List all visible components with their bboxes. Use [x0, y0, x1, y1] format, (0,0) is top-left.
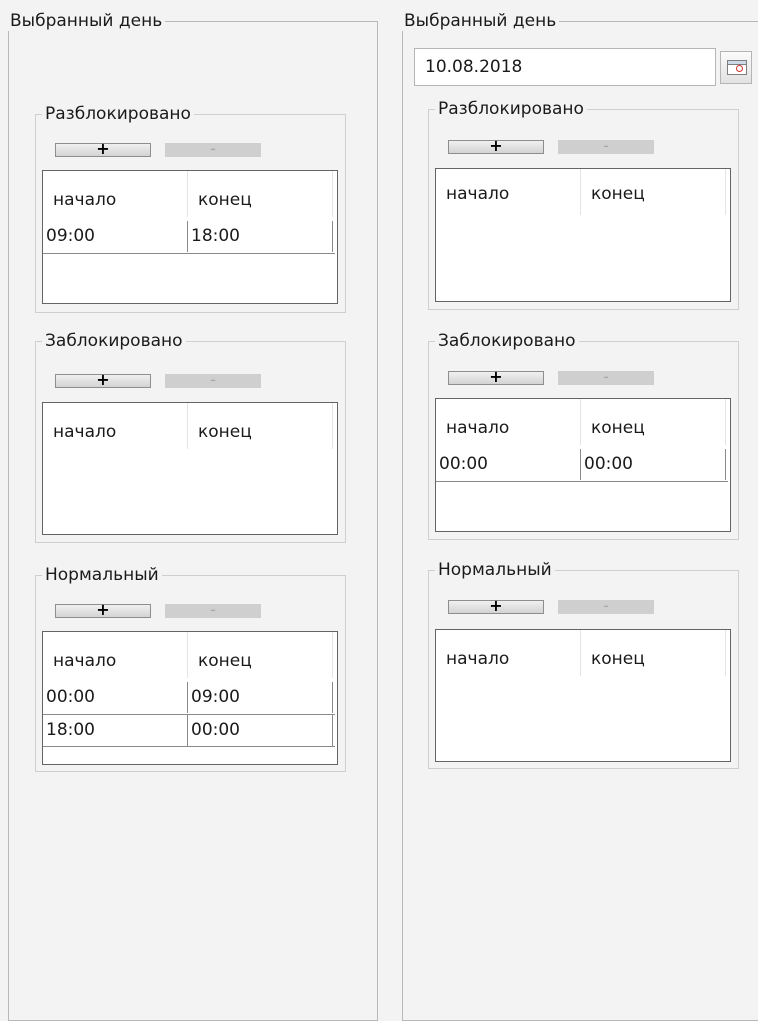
table-row[interactable]: 18:00 00:00 — [43, 714, 335, 747]
intervals-table: начало конец — [42, 402, 338, 535]
panel-title: Выбранный день — [401, 11, 560, 31]
table-row[interactable]: 09:00 18:00 — [43, 221, 335, 254]
cell-end[interactable]: 18:00 — [187, 221, 333, 252]
table-row[interactable]: 00:00 00:00 — [436, 449, 728, 482]
intervals-table: начало конец — [435, 168, 731, 302]
unblocked-group: Разблокировано + - начало конец — [428, 99, 739, 310]
column-separator — [725, 630, 726, 676]
cell-start[interactable]: 00:00 — [436, 449, 580, 480]
calendar-button[interactable] — [720, 51, 752, 84]
add-interval-button[interactable]: + — [448, 138, 544, 154]
cell-start[interactable]: 09:00 — [43, 221, 187, 252]
column-header-start[interactable]: начало — [43, 403, 187, 453]
blocked-group: Заблокировано + - начало конец 00:00 00:… — [428, 331, 739, 540]
add-interval-button[interactable]: + — [55, 602, 151, 618]
remove-interval-button[interactable]: - — [165, 141, 261, 157]
group-title: Заблокировано — [435, 331, 579, 351]
add-interval-button[interactable]: + — [448, 369, 544, 385]
table-row[interactable]: 00:00 09:00 — [43, 682, 335, 715]
cell-end[interactable]: 00:00 — [580, 449, 726, 480]
remove-interval-button[interactable]: - — [558, 138, 654, 154]
cell-end[interactable]: 09:00 — [187, 682, 333, 713]
add-interval-button[interactable]: + — [55, 372, 151, 388]
intervals-table: начало конец 00:00 00:00 — [435, 398, 731, 532]
column-header-start[interactable]: начало — [436, 169, 580, 219]
add-interval-button[interactable]: + — [55, 141, 151, 157]
remove-interval-button[interactable]: - — [165, 372, 261, 388]
intervals-table: начало конец — [435, 629, 731, 762]
column-header-end[interactable]: конец — [188, 171, 332, 221]
column-separator — [332, 171, 333, 217]
date-field[interactable]: 10.08.2018 — [414, 48, 716, 86]
column-header-end[interactable]: конец — [581, 169, 725, 219]
column-separator — [332, 403, 333, 449]
column-header-start[interactable]: начало — [43, 171, 187, 221]
column-header-start[interactable]: начало — [43, 632, 187, 682]
column-header-start[interactable]: начало — [436, 630, 580, 680]
column-header-end[interactable]: конец — [581, 399, 725, 449]
blocked-group: Заблокировано + - начало конец — [35, 331, 346, 543]
normal-group: Нормальный + - начало конец — [428, 560, 739, 769]
calendar-icon — [727, 60, 747, 75]
cell-start[interactable]: 18:00 — [43, 715, 187, 746]
group-title: Разблокировано — [435, 99, 587, 119]
column-separator — [332, 632, 333, 678]
column-header-end[interactable]: конец — [581, 630, 725, 680]
group-title: Нормальный — [42, 565, 162, 585]
unblocked-group: Разблокировано + - начало конец 09:00 18… — [35, 104, 346, 313]
column-header-end[interactable]: конец — [188, 632, 332, 682]
intervals-table: начало конец 00:00 09:00 18:00 00:00 — [42, 631, 338, 765]
remove-interval-button[interactable]: - — [558, 598, 654, 614]
group-title: Разблокировано — [42, 104, 194, 124]
group-title: Нормальный — [435, 560, 555, 580]
add-interval-button[interactable]: + — [448, 598, 544, 614]
normal-group: Нормальный + - начало конец 00:00 09:00 … — [35, 565, 346, 772]
group-title: Заблокировано — [42, 331, 186, 351]
remove-interval-button[interactable]: - — [165, 602, 261, 618]
column-separator — [725, 399, 726, 445]
cell-start[interactable]: 00:00 — [43, 682, 187, 713]
panel-title: Выбранный день — [7, 11, 166, 31]
remove-interval-button[interactable]: - — [558, 369, 654, 385]
intervals-table: начало конец 09:00 18:00 — [42, 170, 338, 304]
column-header-end[interactable]: конец — [188, 403, 332, 453]
column-separator — [725, 169, 726, 215]
cell-end[interactable]: 00:00 — [187, 715, 333, 746]
column-header-start[interactable]: начало — [436, 399, 580, 449]
